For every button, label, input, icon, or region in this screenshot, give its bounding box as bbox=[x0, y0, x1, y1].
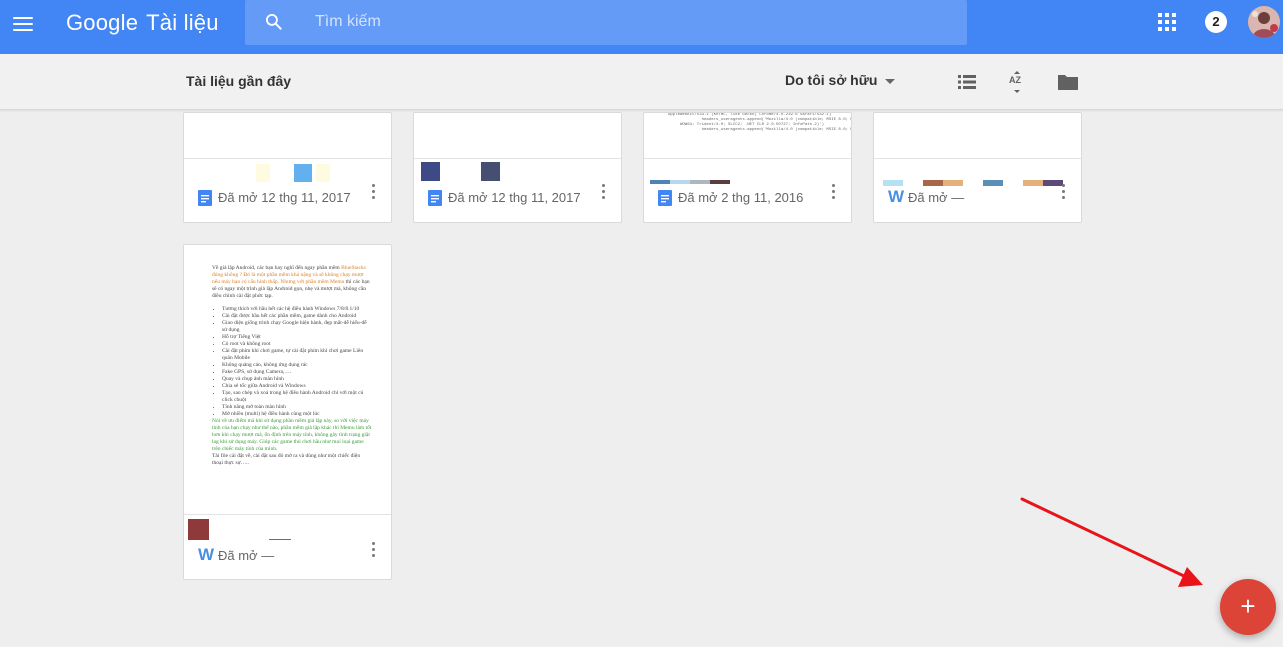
document-info: Đã mở 12 thg 11, 2017 bbox=[414, 158, 621, 222]
more-options-icon[interactable] bbox=[371, 541, 377, 559]
preview-bullet: Cài đặt được hầu hết các phần mềm, game … bbox=[222, 313, 372, 320]
app-bar: Google Tài liệu 2 bbox=[0, 0, 1283, 54]
notification-badge[interactable]: 2 bbox=[1205, 11, 1227, 33]
svg-text:AZ: AZ bbox=[1009, 75, 1021, 85]
caret-down-icon bbox=[885, 78, 896, 84]
new-document-button[interactable]: + bbox=[1220, 579, 1276, 635]
search-box[interactable] bbox=[245, 0, 967, 45]
preview-bullet: Mở nhiều (multi) hệ điều hành cùng một l… bbox=[222, 411, 372, 418]
last-opened-date: Đã mở 12 thg 11, 2017 bbox=[218, 190, 351, 205]
word-icon: W bbox=[198, 545, 215, 564]
document-thumbnail[interactable]: Về giả lập Android, các bạn hay nghĩ đến… bbox=[184, 245, 391, 515]
google-doc-icon bbox=[658, 190, 672, 206]
folder-icon[interactable] bbox=[1056, 70, 1080, 94]
document-info: Đã mở 2 thg 11, 2016 bbox=[644, 158, 851, 222]
avatar[interactable] bbox=[1248, 6, 1280, 38]
preview-bullet: Chia sẻ tốc giữa Android và Windows bbox=[222, 383, 372, 390]
preview-bullet: Fake GPS, sử dụng Camera,…. bbox=[222, 369, 372, 376]
document-info: W Đã mở — bbox=[874, 158, 1081, 222]
document-thumbnail[interactable] bbox=[874, 113, 1081, 159]
list-view-icon[interactable] bbox=[955, 70, 979, 94]
preview-memu: Memu bbox=[330, 279, 345, 285]
owner-filter-label: Do tôi sở hữu bbox=[785, 72, 878, 88]
more-options-icon[interactable] bbox=[371, 183, 377, 201]
preview-intro: Về giả lập Android, các bạn hay nghĩ đến… bbox=[212, 265, 340, 271]
document-card[interactable]: W Đã mở — bbox=[873, 112, 1082, 223]
word-icon: W bbox=[888, 187, 905, 206]
preview-bullet: Cài đặt phím khi chơi game, tự cài đặt p… bbox=[222, 348, 372, 362]
document-thumbnail[interactable] bbox=[414, 113, 621, 159]
more-options-icon[interactable] bbox=[831, 183, 837, 201]
app-logo[interactable]: Google Tài liệu bbox=[66, 10, 219, 36]
preview-bullet: Hỗ trợ Tiếng Việt bbox=[222, 334, 372, 341]
preview-bullet: Tương thích với hầu hết các hệ điều hành… bbox=[222, 306, 372, 313]
preview-outro: Tải file cài đặt về, cài đặt sau đó mở r… bbox=[212, 453, 361, 466]
document-card[interactable]: AppleWebKit/533.1 (KHTML, like Gecko) Ch… bbox=[643, 112, 852, 223]
menu-icon[interactable] bbox=[11, 12, 35, 36]
more-options-icon[interactable] bbox=[1061, 183, 1067, 201]
search-icon[interactable] bbox=[264, 12, 284, 32]
search-input[interactable] bbox=[315, 11, 935, 33]
last-opened-date: Đã mở 12 thg 11, 2017 bbox=[448, 190, 581, 205]
document-card[interactable]: Đã mở 12 thg 11, 2017 bbox=[183, 112, 392, 223]
logo-product: Tài liệu bbox=[146, 10, 219, 35]
preview-bullet: Không quảng cáo, không ứng dụng rác bbox=[222, 362, 372, 369]
document-info: Đã mở 12 thg 11, 2017 bbox=[184, 158, 391, 222]
logo-google: Google bbox=[66, 10, 139, 35]
last-opened-date: Đã mở 2 thg 11, 2016 bbox=[678, 190, 804, 205]
toolbar: Tài liệu gần đây Do tôi sở hữu AZ bbox=[0, 54, 1283, 110]
preview-bullet: Có root và không root bbox=[222, 341, 372, 348]
document-info: W Đã mở — bbox=[184, 515, 391, 579]
preview-bullet: Quay và chụp ảnh màn hình bbox=[222, 376, 372, 383]
document-thumbnail[interactable] bbox=[184, 113, 391, 159]
section-title: Tài liệu gần đây bbox=[186, 73, 292, 89]
document-thumbnail[interactable]: AppleWebKit/533.1 (KHTML, like Gecko) Ch… bbox=[644, 113, 851, 159]
thumbnail-document-text: Về giả lập Android, các bạn hay nghĩ đến… bbox=[212, 265, 372, 467]
plus-icon: + bbox=[1240, 591, 1256, 621]
document-card[interactable]: Đã mở 12 thg 11, 2017 bbox=[413, 112, 622, 223]
document-card[interactable]: Về giả lập Android, các bạn hay nghĩ đến… bbox=[183, 244, 392, 580]
preview-bullet: Tính năng mở toàn màn hình bbox=[222, 404, 372, 411]
preview-green-text: Nói về ưu điểm mà khi sử dụng phần mềm g… bbox=[212, 418, 372, 452]
preview-bullet: Tạo, sao chép và xoá trong hệ điều hành … bbox=[222, 390, 372, 404]
apps-grid-icon[interactable] bbox=[1158, 13, 1176, 31]
google-doc-icon bbox=[198, 190, 212, 206]
last-opened-date: Đã mở — bbox=[218, 548, 275, 563]
thumbnail-code-text: AppleWebKit/533.1 (KHTML, like Gecko) Ch… bbox=[668, 113, 851, 132]
last-opened-date: Đã mở — bbox=[908, 190, 965, 205]
avatar-image-icon bbox=[1248, 6, 1280, 38]
preview-bullet: Giao diện giống trình chạy Google hiện h… bbox=[222, 320, 372, 334]
owner-filter-dropdown[interactable]: Do tôi sở hữu bbox=[785, 72, 896, 88]
sort-az-icon[interactable]: AZ bbox=[1005, 70, 1029, 94]
more-options-icon[interactable] bbox=[601, 183, 607, 201]
google-doc-icon bbox=[428, 190, 442, 206]
